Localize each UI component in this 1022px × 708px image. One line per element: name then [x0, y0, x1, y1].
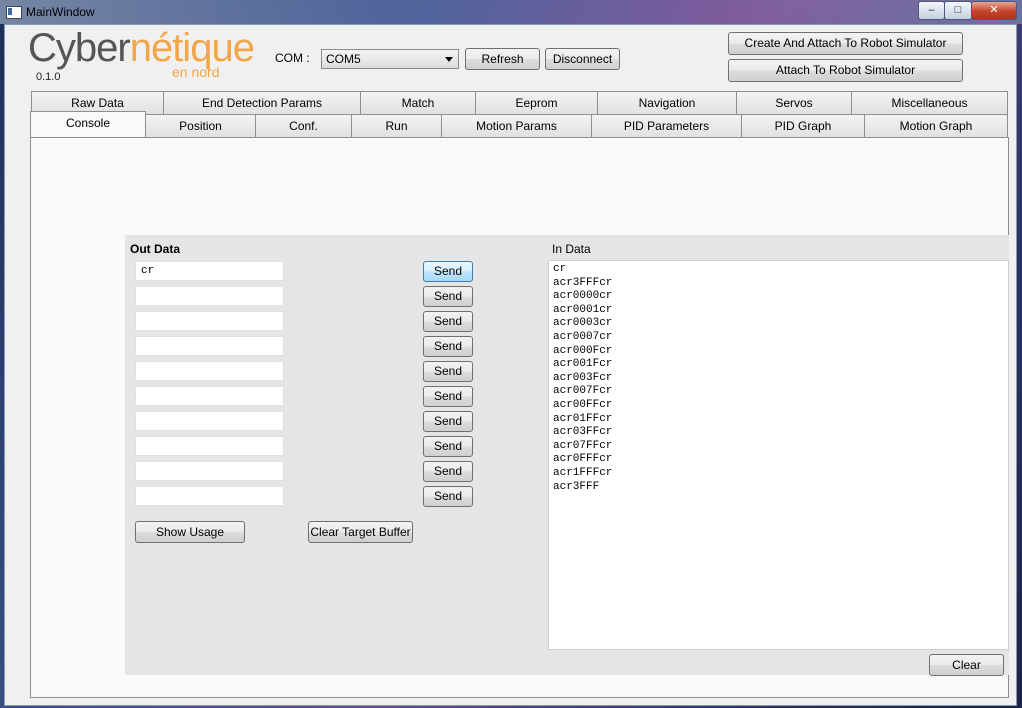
send-button-8[interactable]: Send [423, 436, 473, 457]
out-data-field-7[interactable] [135, 411, 284, 431]
in-data-line: acr000Fcr [553, 344, 613, 357]
in-data-line: acr01FFcr [553, 412, 613, 425]
tab-motion-params[interactable]: Motion Params [441, 114, 592, 137]
in-data-line: acr0000cr [553, 290, 613, 303]
in-data-line: acr00FFcr [553, 398, 613, 411]
tab-position[interactable]: Position [145, 114, 256, 137]
close-icon: ✕ [989, 4, 999, 16]
send-button-5[interactable]: Send [423, 361, 473, 382]
out-data-field-10[interactable] [135, 486, 284, 506]
in-data-line: acr0001cr [553, 303, 613, 316]
tab-motion-graph[interactable]: Motion Graph [864, 114, 1008, 137]
out-data-field-8[interactable] [135, 436, 284, 456]
logo-part1: Cyber [28, 26, 131, 70]
send-button-1[interactable]: Send [423, 261, 473, 282]
out-data-field-4[interactable] [135, 336, 284, 356]
send-button-4[interactable]: Send [423, 336, 473, 357]
show-usage-button[interactable]: Show Usage [135, 521, 245, 543]
minimize-button[interactable]: – [918, 1, 945, 20]
in-data-line: acr1FFFcr [553, 466, 613, 479]
tab-conf[interactable]: Conf. [255, 114, 352, 137]
tab-servos[interactable]: Servos [736, 91, 852, 114]
send-button-9[interactable]: Send [423, 461, 473, 482]
tab-pid-graph[interactable]: PID Graph [741, 114, 865, 137]
disconnect-button[interactable]: Disconnect [545, 48, 620, 70]
send-button-6[interactable]: Send [423, 386, 473, 407]
in-data-line: acr001Fcr [553, 358, 613, 371]
out-data-field-1[interactable]: cr [135, 261, 284, 281]
com-port-select[interactable]: COM5 [321, 49, 459, 69]
tab-eeprom[interactable]: Eeprom [475, 91, 598, 114]
out-data-field-6[interactable] [135, 386, 284, 406]
tab-pid-parameters[interactable]: PID Parameters [591, 114, 742, 137]
chevron-down-icon [445, 57, 453, 62]
version-label: 0.1.0 [36, 71, 61, 83]
tab-navigation[interactable]: Navigation [597, 91, 737, 114]
tab-run[interactable]: Run [351, 114, 442, 137]
window-title: MainWindow [26, 5, 95, 19]
title-bar[interactable]: MainWindow – □ ✕ [0, 0, 1022, 24]
tab-console[interactable]: Console [30, 111, 146, 137]
com-label: COM : [275, 51, 310, 65]
send-button-10[interactable]: Send [423, 486, 473, 507]
maximize-icon: □ [954, 4, 962, 16]
send-button-3[interactable]: Send [423, 311, 473, 332]
com-port-value: COM5 [326, 52, 361, 66]
close-button[interactable]: ✕ [971, 1, 1017, 20]
in-data-line: acr0003cr [553, 317, 613, 330]
clear-target-buffer-button[interactable]: Clear Target Buffer [308, 521, 413, 543]
logo: Cybernétique [28, 26, 255, 70]
tab-miscellaneous[interactable]: Miscellaneous [851, 91, 1008, 114]
in-data-line: acr003Fcr [553, 371, 613, 384]
create-attach-simulator-button[interactable]: Create And Attach To Robot Simulator [728, 32, 963, 55]
in-data-line: acr007Fcr [553, 385, 613, 398]
in-data-line: acr03FFcr [553, 426, 613, 439]
send-button-2[interactable]: Send [423, 286, 473, 307]
attach-simulator-button[interactable]: Attach To Robot Simulator [728, 59, 963, 82]
in-data-line: acr0FFFcr [553, 453, 613, 466]
refresh-button[interactable]: Refresh [465, 48, 540, 70]
tab-match[interactable]: Match [360, 91, 476, 114]
minimize-icon: – [928, 4, 935, 16]
out-data-field-3[interactable] [135, 311, 284, 331]
in-data-textbox[interactable]: cr acr3FFFcr acr0000cr acr0001cr acr0003… [548, 260, 1009, 650]
out-data-field-5[interactable] [135, 361, 284, 381]
in-data-line: acr07FFcr [553, 439, 613, 452]
in-data-line: acr3FFFcr [553, 276, 613, 289]
out-data-label: Out Data [130, 242, 181, 256]
logo-subtitle: en nord [172, 64, 220, 80]
in-data-label: In Data [552, 242, 591, 256]
in-data-line: acr3FFF [553, 480, 600, 493]
maximize-button[interactable]: □ [944, 1, 972, 20]
tab-end-detection-params[interactable]: End Detection Params [163, 91, 361, 114]
in-data-line: acr0007cr [553, 330, 613, 343]
clear-button[interactable]: Clear [929, 654, 1004, 676]
out-data-field-9[interactable] [135, 461, 284, 481]
app-icon [6, 6, 22, 19]
in-data-line: cr [553, 263, 567, 275]
out-data-field-2[interactable] [135, 286, 284, 306]
send-button-7[interactable]: Send [423, 411, 473, 432]
